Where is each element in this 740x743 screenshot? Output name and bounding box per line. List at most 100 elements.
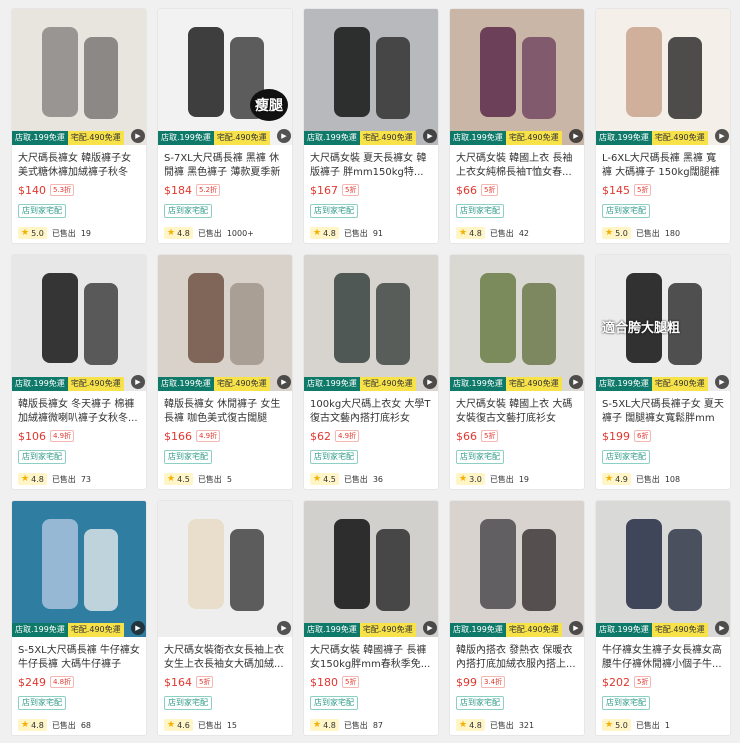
product-photo-figure [188, 273, 224, 363]
play-video-icon[interactable]: ▶ [423, 129, 437, 143]
rating-badge: ★ 4.8 [310, 227, 339, 239]
discount-badge: 4.8折 [50, 676, 75, 688]
play-video-icon[interactable]: ▶ [569, 129, 583, 143]
discount-badge: 3.4折 [481, 676, 506, 688]
discount-badge: 4.9折 [196, 430, 221, 442]
product-card[interactable]: 瘦腿 店取.199免運 宅配.490免運 ▶ S-7XL大尺碼長褲 黑褲 休閒褲 黑色褲… [157, 8, 293, 244]
product-image[interactable]: 店取.199免運 宅配.490免運 ▶ [450, 9, 584, 145]
product-meta: ★ 4.8 已售出 73 [18, 473, 140, 485]
product-image[interactable]: 店取.199免運 宅配.490免運 ▶ [596, 501, 730, 637]
play-video-icon[interactable]: ▶ [715, 129, 729, 143]
play-video-icon[interactable]: ▶ [569, 621, 583, 635]
play-video-icon[interactable]: ▶ [131, 621, 145, 635]
product-title[interactable]: S-7XL大尺碼長褲 黑褲 休閒褲 黑色褲子 薄款夏季新 [164, 152, 286, 180]
product-card[interactable]: 適合胯大腿粗 店取.199免運 宅配.490免運 ▶ S-5XL大尺碼長褲子女 夏天褲子… [595, 254, 731, 490]
shipping-badge: 店取.199免運 宅配.490免運 [304, 131, 426, 145]
product-image[interactable]: 店取.199免運 宅配.490免運 ▶ [12, 9, 146, 145]
delivery-shipping-label: 宅配.490免運 [67, 377, 124, 391]
play-video-icon[interactable]: ▶ [715, 375, 729, 389]
play-video-icon[interactable]: ▶ [277, 375, 291, 389]
rating-value: 4.5 [323, 474, 336, 484]
shipping-badge: 店取.199免運 宅配.490免運 [596, 623, 718, 637]
play-video-icon[interactable]: ▶ [277, 621, 291, 635]
rating-badge: ★ 4.5 [164, 473, 193, 485]
product-card[interactable]: 店取.199免運 宅配.490免運 ▶ 韓版內搭衣 發熱衣 保暖衣 內搭打底加絨衣服內… [449, 500, 585, 736]
product-title[interactable]: 大尺碼女裝 韓國上衣 長袖上衣女純棉長袖T恤女春... [456, 152, 578, 180]
product-price: $62 [310, 429, 331, 443]
product-image[interactable]: 店取.199免運 宅配.490免運 ▶ [12, 255, 146, 391]
product-title[interactable]: 大尺碼女裝 夏天長褲女 韓版褲子 胖mm150kg特... [310, 152, 432, 180]
star-icon: ★ [459, 228, 468, 238]
product-card[interactable]: 店取.199免運 宅配.490免運 ▶ 韓版長褲女 冬天褲子 棉褲加絨褲微喇叭褲子女秋… [11, 254, 147, 490]
star-icon: ★ [605, 474, 614, 484]
product-photo-figure [334, 27, 370, 117]
play-video-icon[interactable]: ▶ [131, 129, 145, 143]
product-photo-figure [188, 27, 224, 117]
product-card[interactable]: 店取.199免運 宅配.490免運 ▶ L-6XL大尺碼長褲 黑褲 寬褲 大碼褲子 1… [595, 8, 731, 244]
shipping-badge: 店取.199免運 宅配.490免運 [450, 131, 572, 145]
product-image[interactable]: 店取.199免運 宅配.490免運 ▶ [12, 501, 146, 637]
product-title[interactable]: L-6XL大尺碼長褲 黑褲 寬褲 大碼褲子 150kg闊腿褲女... [602, 152, 724, 180]
delivery-shipping-label: 宅配.490免運 [67, 131, 124, 145]
product-title[interactable]: 100kg大尺碼上衣女 大學T 復古文藝內搭打底衫女20... [310, 398, 432, 426]
play-video-icon[interactable]: ▶ [277, 129, 291, 143]
play-video-icon[interactable]: ▶ [423, 375, 437, 389]
product-card[interactable]: 店取.199免運 宅配.490免運 ▶ 100kg大尺碼上衣女 大學T 復古文藝內搭打… [303, 254, 439, 490]
discount-badge: 5折 [342, 184, 360, 196]
shipping-badge: 店取.199免運 宅配.490免運 [12, 377, 134, 391]
product-card[interactable]: 店取.199免運 宅配.490免運 ▶ 韓版長褲女 休閒褲子 女生長褲 咖色美式復古闊… [157, 254, 293, 490]
product-title[interactable]: 大尺碼長褲女 韓版褲子女美式糖休褲加絨褲子秋冬 [18, 152, 140, 180]
delivery-tag: 店到家宅配 [456, 204, 504, 218]
product-image[interactable]: 店取.199免運 宅配.490免運 ▶ [304, 501, 438, 637]
product-image[interactable]: 店取.199免運 宅配.490免運 ▶ [450, 255, 584, 391]
sold-count: 108 [664, 474, 681, 484]
price-row: $164 5折 [164, 674, 286, 690]
product-image[interactable]: 店取.199免運 宅配.490免運 ▶ [304, 9, 438, 145]
product-image[interactable]: 適合胯大腿粗 店取.199免運 宅配.490免運 ▶ [596, 255, 730, 391]
product-image[interactable]: 店取.199免運 宅配.490免運 ▶ [450, 501, 584, 637]
pickup-shipping-label: 店取.199免運 [158, 377, 214, 391]
play-video-icon[interactable]: ▶ [423, 621, 437, 635]
price-row: $249 4.8折 [18, 674, 140, 690]
delivery-shipping-label: 宅配.490免運 [505, 131, 562, 145]
product-price: $184 [164, 183, 192, 197]
play-video-icon[interactable]: ▶ [131, 375, 145, 389]
sold-label: 已售出 [51, 474, 76, 484]
play-video-icon[interactable]: ▶ [569, 375, 583, 389]
product-image[interactable]: ▶ [158, 501, 292, 637]
product-photo-figure [188, 519, 224, 609]
discount-badge: 5折 [196, 676, 214, 688]
product-title[interactable]: 韓版長褲女 冬天褲子 棉褲加絨褲微喇叭褲子女秋冬... [18, 398, 140, 426]
discount-badge: 5折 [481, 184, 499, 196]
product-image[interactable]: 瘦腿 店取.199免運 宅配.490免運 ▶ [158, 9, 292, 145]
product-photo-figure [668, 529, 702, 611]
product-card[interactable]: 店取.199免運 宅配.490免運 ▶ 大尺碼女裝 韓國褲子 長褲女150kg胖mm春… [303, 500, 439, 736]
rating-value: 4.5 [177, 474, 190, 484]
product-card[interactable]: 店取.199免運 宅配.490免運 ▶ S-5XL大尺碼長褲 牛仔褲女 牛仔長褲 大碼… [11, 500, 147, 736]
product-image[interactable]: 店取.199免運 宅配.490免運 ▶ [304, 255, 438, 391]
product-title[interactable]: 牛仔褲女生褲子女長褲女高腰牛仔褲休閒褲小個子牛... [602, 644, 724, 672]
product-image[interactable]: 店取.199免運 宅配.490免運 ▶ [158, 255, 292, 391]
sold-count: 42 [518, 228, 529, 238]
product-card[interactable]: 店取.199免運 宅配.490免運 ▶ 大尺碼女裝 韓國上衣 大碼女裝復古文藝打底衫女… [449, 254, 585, 490]
delivery-shipping-label: 宅配.490免運 [651, 623, 708, 637]
product-photo-figure [522, 37, 556, 119]
play-video-icon[interactable]: ▶ [715, 621, 729, 635]
product-title[interactable]: 大尺碼女裝 韓國褲子 長褲女150kg胖mm春秋季免... [310, 644, 432, 672]
product-price: $202 [602, 675, 630, 689]
product-title[interactable]: 韓版內搭衣 發熱衣 保暖衣 內搭打底加絨衣服內搭上... [456, 644, 578, 672]
product-title[interactable]: S-5XL大尺碼長褲子女 夏天褲子 闊腿褲女寬鬆胖mm顯... [602, 398, 724, 426]
product-card[interactable]: 店取.199免運 宅配.490免運 ▶ 大尺碼長褲女 韓版褲子女美式糖休褲加絨褲子秋冬… [11, 8, 147, 244]
product-image[interactable]: 店取.199免運 宅配.490免運 ▶ [596, 9, 730, 145]
product-title[interactable]: S-5XL大尺碼長褲 牛仔褲女 牛仔長褲 大碼牛仔褲子寬... [18, 644, 140, 672]
product-title[interactable]: 韓版長褲女 休閒褲子 女生長褲 咖色美式復古闊腿褲... [164, 398, 286, 426]
sold-label: 已售出 [635, 720, 660, 730]
product-title[interactable]: 大尺碼女裝 韓國上衣 大碼女裝復古文藝打底衫女20... [456, 398, 578, 426]
product-card[interactable]: 店取.199免運 宅配.490免運 ▶ 牛仔褲女生褲子女長褲女高腰牛仔褲休閒褲小個子牛… [595, 500, 731, 736]
product-title[interactable]: 大尺碼女裝衛衣女長袖上衣女生上衣長袖女大碼加絨... [164, 644, 286, 672]
product-card[interactable]: 店取.199免運 宅配.490免運 ▶ 大尺碼女裝 韓國上衣 長袖上衣女純棉長袖T恤女… [449, 8, 585, 244]
sold-label: 已售出 [343, 720, 368, 730]
star-icon: ★ [21, 474, 30, 484]
product-card[interactable]: ▶ 大尺碼女裝衛衣女長袖上衣女生上衣長袖女大碼加絨... $164 5折 店到家宅配 ★ 4… [157, 500, 293, 736]
product-card[interactable]: 店取.199免運 宅配.490免運 ▶ 大尺碼女裝 夏天長褲女 韓版褲子 胖mm150… [303, 8, 439, 244]
